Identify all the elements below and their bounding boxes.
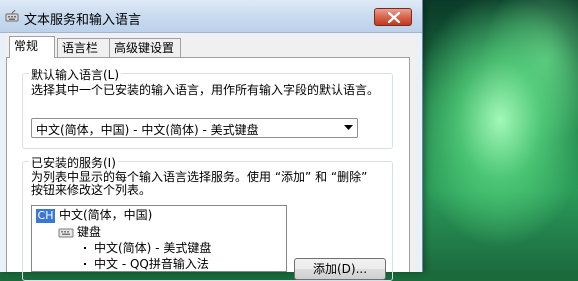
tree-item-language[interactable]: 中文(简体，中国): [59, 207, 152, 223]
close-icon: [387, 12, 401, 23]
close-button[interactable]: [374, 8, 412, 26]
default-language-select[interactable]: 中文(简体，中国) - 中文(简体) - 美式键盘: [31, 118, 358, 138]
keyboard-folder-icon: [58, 226, 74, 241]
tree-item-keyboard[interactable]: 中文(简体) - 美式键盘: [94, 240, 211, 256]
tab-language-bar[interactable]: 语言栏: [57, 38, 110, 57]
window-title: 文本服务和输入语言: [24, 13, 142, 28]
installed-services-tree[interactable]: CH 中文(简体，中国) 键盘 中文(简体) - 美式键盘 中文 - QQ拼音输…: [31, 205, 287, 272]
tree-item-keyboard-category[interactable]: 键盘: [77, 224, 101, 240]
default-language-group-title: 默认输入语言(L): [29, 66, 122, 83]
add-button[interactable]: 添加(D)...: [294, 258, 386, 280]
installed-services-description-line1: 为列表中显示的每个输入语言选择服务。使用 “添加” 和 “删除”: [31, 170, 368, 184]
default-language-description: 选择其中一个已安装的输入语言，用作所有输入字段的默认语言。: [31, 83, 380, 97]
installed-services-group-title: 已安装的服务(I): [29, 154, 118, 171]
language-badge: CH: [36, 209, 55, 223]
title-bar[interactable]: 文本服务和输入语言: [0, 0, 422, 33]
text-services-dialog: 文本服务和输入语言 常规 语言栏 高级键设置 默认输入语言(L) 选择其中一个已…: [0, 0, 423, 281]
tab-advanced-key-settings[interactable]: 高级键设置: [109, 38, 181, 57]
keyboard-app-icon: [5, 9, 19, 23]
bullet-icon: [84, 263, 86, 265]
tree-item-ime[interactable]: 中文 - QQ拼音输入法: [94, 256, 209, 272]
installed-services-description-line2: 按钮来修改这个列表。: [31, 183, 152, 197]
bullet-icon: [84, 247, 86, 249]
default-language-select-value: 中文(简体，中国) - 中文(简体) - 美式键盘: [36, 123, 259, 137]
chevron-down-icon: [344, 125, 353, 130]
tab-general[interactable]: 常规: [9, 36, 55, 58]
